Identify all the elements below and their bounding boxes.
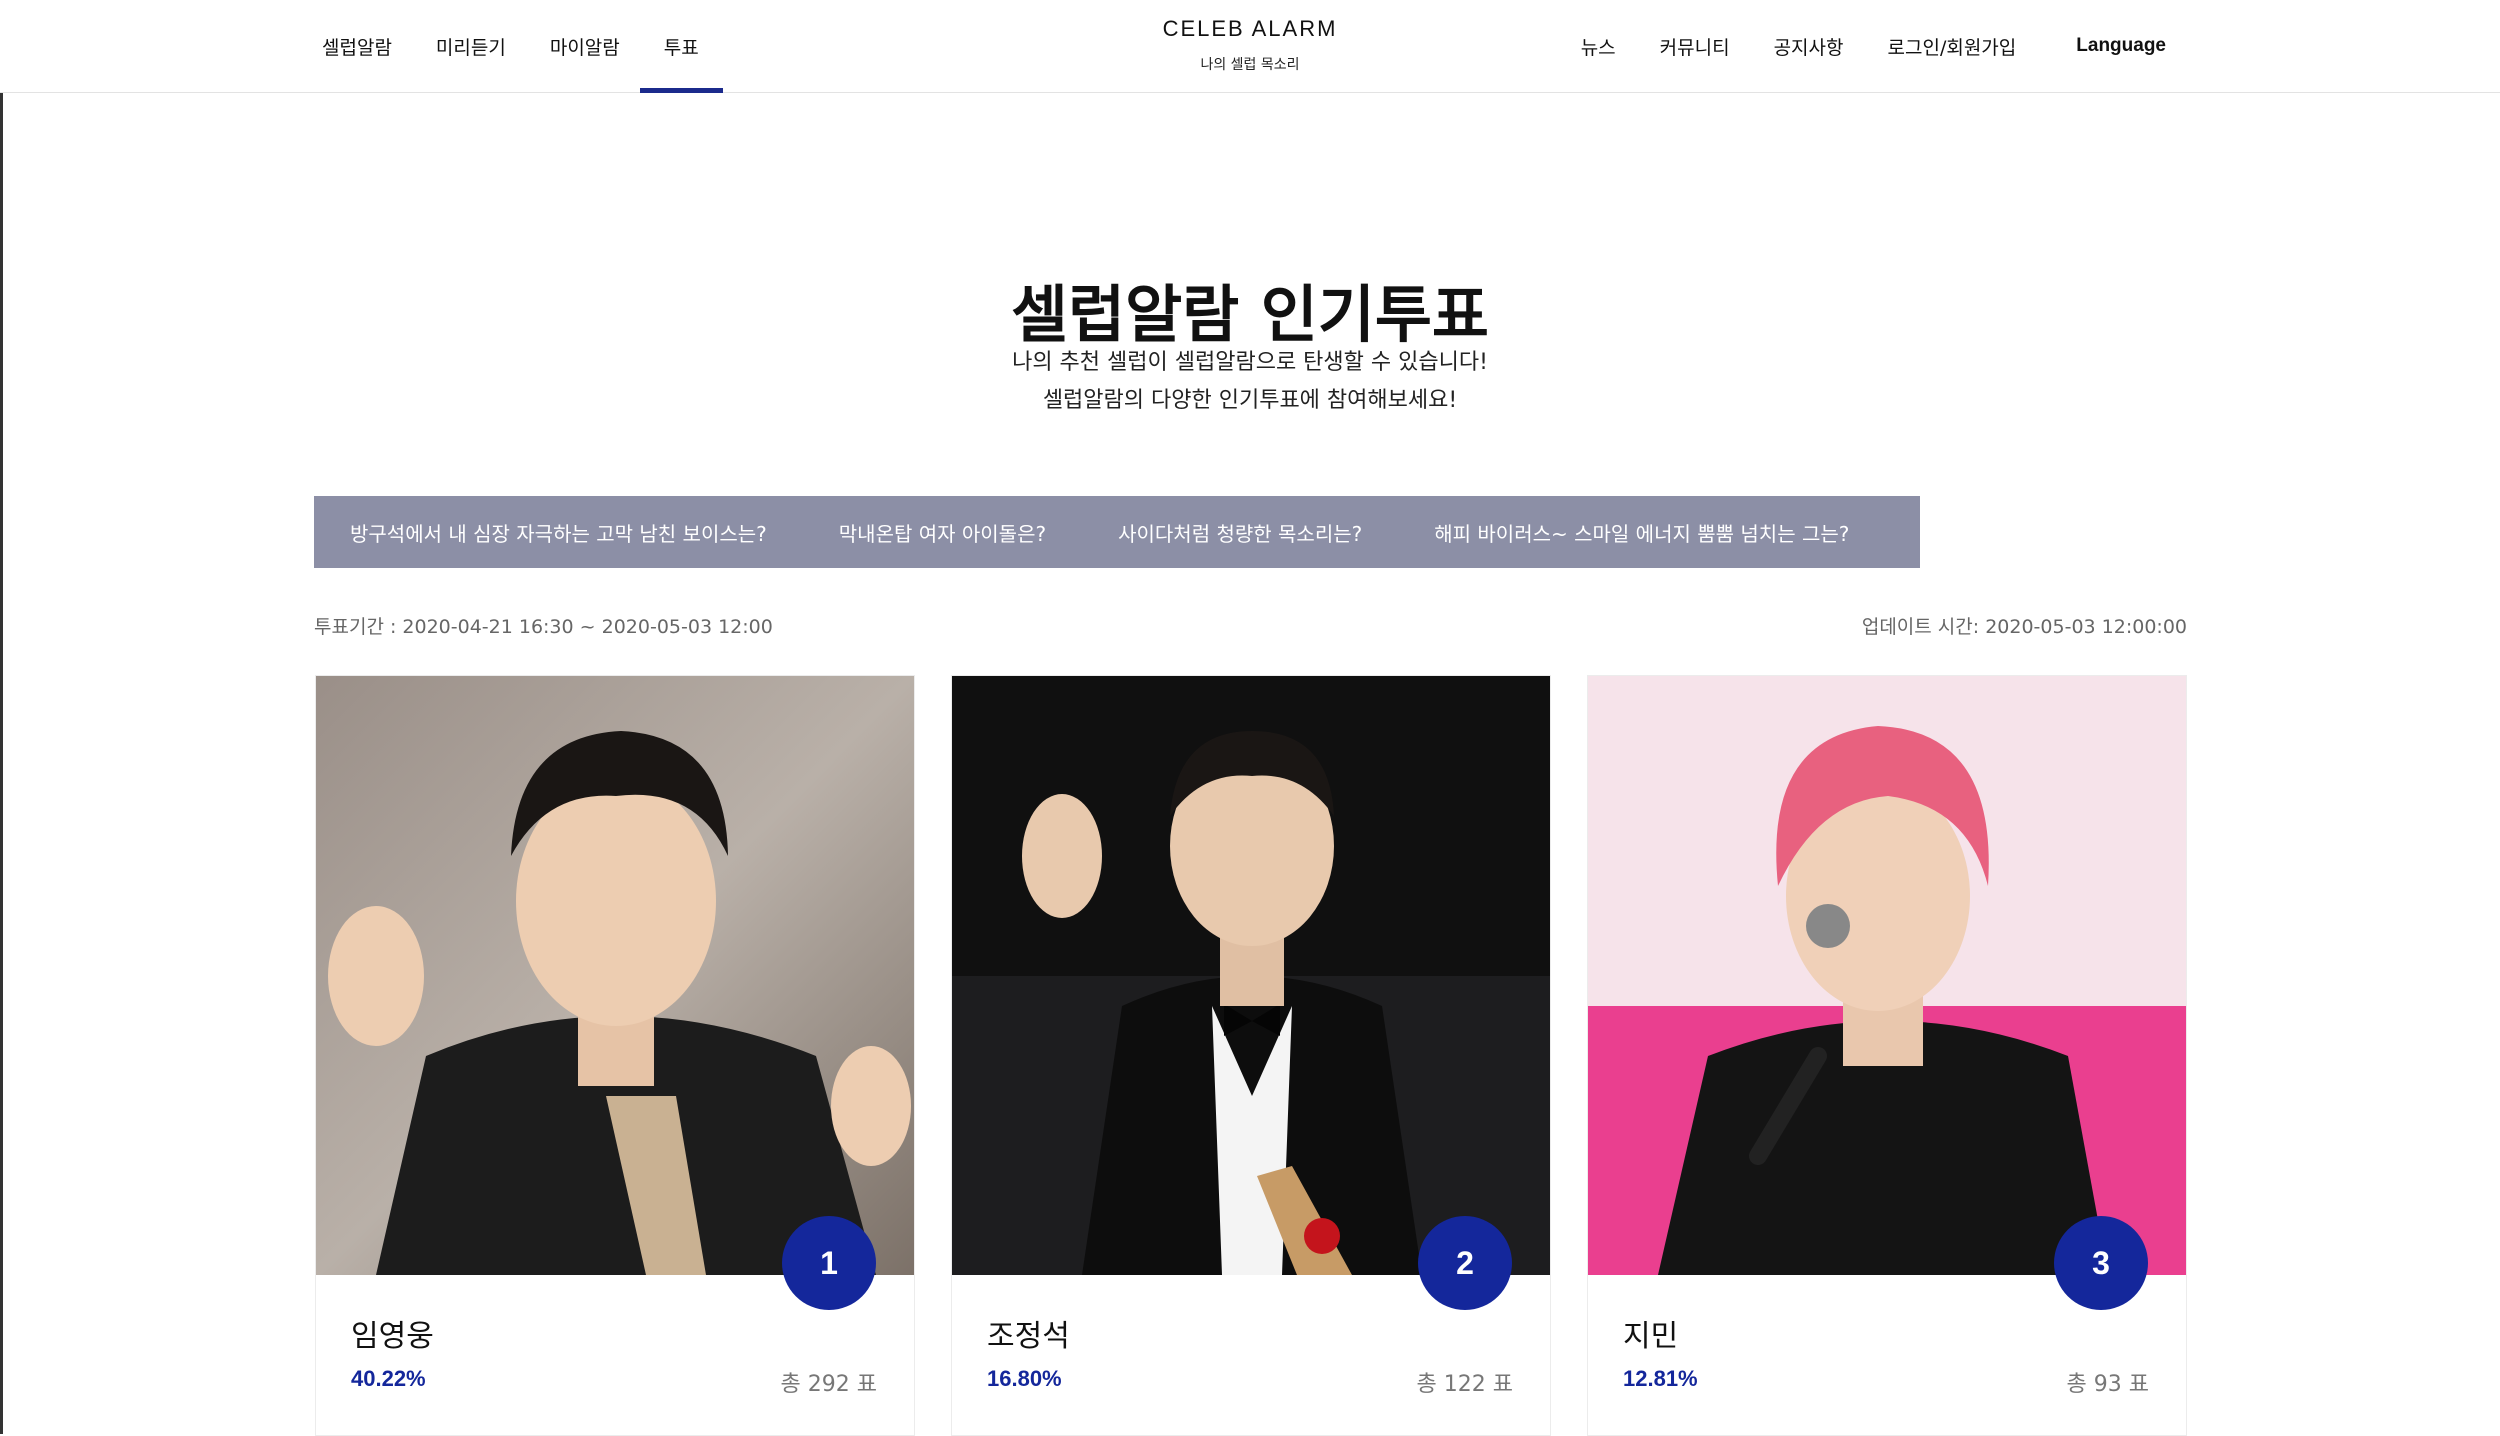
vote-count: 총 292 표 [780, 1372, 877, 1397]
tab-poll-2[interactable]: 막내온탑 여자 아이돌은? [803, 496, 1082, 568]
logo-subtitle: 나의 셀럽 목소리 [1200, 57, 1300, 73]
candidate-name: 임영웅 [351, 1319, 434, 1354]
vote-percentage: 16.80% [987, 1366, 1062, 1391]
candidate-photo [952, 676, 1550, 1275]
main-nav: 셀럽알람 미리듣기 마이알람 투표 [318, 0, 739, 93]
intro-line-1: 나의 추천 셀럽이 셀럽알람으로 탄생할 수 있습니다! [1012, 350, 1488, 375]
vote-percentage: 12.81% [1623, 1366, 1698, 1391]
nav-celeb-alarm[interactable]: 셀럽알람 [318, 0, 396, 92]
candidate-card[interactable]: 1 임영웅 40.22% 총 292 표 [315, 675, 915, 1436]
candidate-photo [316, 676, 914, 1275]
intro-text: 나의 추천 셀럽이 셀럽알람으로 탄생할 수 있습니다! 셀럽알람의 다양한 인… [0, 344, 2500, 420]
vote-count: 총 93 표 [2066, 1372, 2149, 1397]
rank-badge: 3 [2054, 1216, 2148, 1310]
nav-community[interactable]: 커뮤니티 [1656, 0, 1734, 92]
candidate-card[interactable]: 2 조정석 16.80% 총 122 표 [951, 675, 1551, 1436]
poll-category-tabs: 방구석에서 내 심장 자극하는 고막 남친 보이스는? 막내온탑 여자 아이돌은… [314, 496, 1920, 568]
rank-badge: 2 [1418, 1216, 1512, 1310]
nav-news[interactable]: 뉴스 [1577, 0, 1620, 92]
candidate-card[interactable]: 3 지민 12.81% 총 93 표 [1587, 675, 2187, 1436]
page-title: 셀럽알람 인기투표 [1011, 277, 1489, 351]
intro-line-2: 셀럽알람의 다양한 인기투표에 참여해보세요! [1042, 388, 1458, 413]
language-selector[interactable]: Language [2072, 0, 2170, 92]
logo-title: CELEB ALARM [1162, 16, 1338, 41]
rank-badge: 1 [782, 1216, 876, 1310]
nav-login-signup[interactable]: 로그인/회원가입 [1884, 0, 2021, 92]
site-logo[interactable]: CELEB ALARM 나의 셀럽 목소리 [1150, 16, 1350, 74]
candidate-name: 지민 [1623, 1319, 1679, 1354]
nav-notice[interactable]: 공지사항 [1770, 0, 1848, 92]
candidate-photo [1588, 676, 2186, 1275]
tab-poll-1[interactable]: 방구석에서 내 심장 자극하는 고막 남친 보이스는? [314, 496, 803, 568]
tab-poll-3[interactable]: 사이다처럼 청량한 목소리는? [1082, 496, 1398, 568]
window-edge [0, 0, 3, 1434]
nav-vote[interactable]: 투표 [639, 0, 723, 93]
tab-poll-4[interactable]: 해피 바이러스~ 스마일 에너지 뿜뿜 넘치는 그는? [1398, 496, 1885, 568]
nav-preview[interactable]: 미리듣기 [432, 0, 510, 92]
secondary-nav: 뉴스 커뮤니티 공지사항 로그인/회원가입 Language [1541, 0, 2170, 92]
update-time: 업데이트 시간: 2020-05-03 12:00:00 [1861, 616, 2187, 638]
vote-count: 총 122 표 [1416, 1372, 1513, 1397]
vote-percentage: 40.22% [351, 1366, 426, 1391]
nav-my-alarm[interactable]: 마이알람 [546, 0, 624, 92]
top-navigation-bar: 셀럽알람 미리듣기 마이알람 투표 CELEB ALARM 나의 셀럽 목소리 … [0, 0, 2500, 93]
candidate-name: 조정석 [987, 1319, 1070, 1354]
vote-period: 투표기간 : 2020-04-21 16:30 ~ 2020-05-03 12:… [314, 616, 773, 638]
